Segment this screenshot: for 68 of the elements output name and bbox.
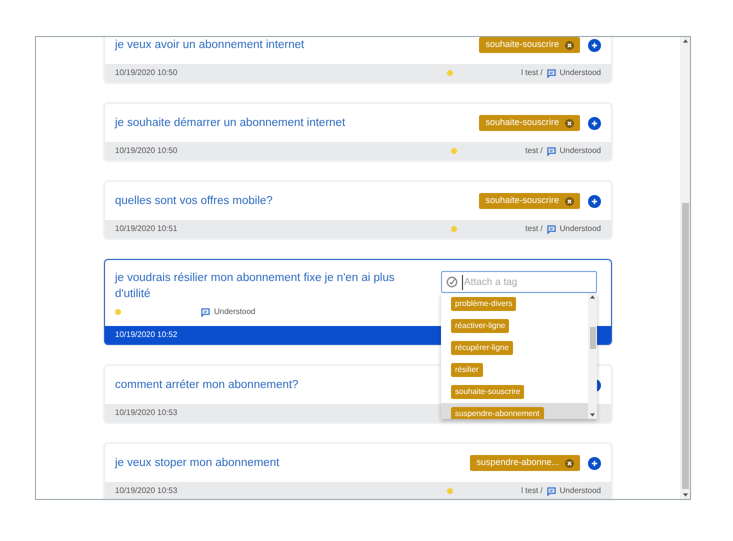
scroll-thumb[interactable] <box>682 203 688 489</box>
add-tag-button[interactable] <box>588 194 601 208</box>
chat-icon <box>546 146 556 156</box>
user-label: l test / <box>521 67 543 79</box>
status-label: Understood <box>560 145 601 157</box>
tag-option-label: réactiver-ligne <box>451 319 510 333</box>
tag-label: souhaite-souscrire <box>485 116 559 130</box>
status-label: Understood <box>560 485 601 497</box>
message-text: je veux stoper mon abonnement <box>115 456 280 471</box>
user-label: l test / <box>521 485 543 497</box>
message-card[interactable]: quelles sont vos offres mobile? souhaite-souscrire 10/19/2020 10:51 test / Understood <box>104 181 612 239</box>
user-label: test / <box>525 145 543 157</box>
message-card[interactable]: je veux stoper mon abonnement suspendre-abonne... 10/19/2020 10:53 l test / Understood <box>104 443 612 499</box>
status-label: Understood <box>560 223 601 235</box>
tag-check-icon <box>446 276 458 288</box>
add-tag-button[interactable] <box>588 116 601 130</box>
add-tag-button[interactable] <box>588 38 601 52</box>
tag-option[interactable]: problème-divers <box>441 293 588 315</box>
message-text: comment arréter mon abonnement? <box>115 378 298 393</box>
message-text: je souhaite démarrer un abonnement internet <box>115 116 346 131</box>
remove-tag-icon[interactable] <box>565 40 574 50</box>
status-label: Understood <box>560 67 601 79</box>
message-card[interactable]: je souhaite démarrer un abonnement internet souhaite-souscrire 10/19/2020 10:50 test / Understood <box>104 103 612 161</box>
tag-option-label: résilier <box>451 363 483 377</box>
tag-label: suspendre-abonne... <box>476 456 559 470</box>
plus-icon <box>591 198 598 204</box>
timestamp: 10/19/2020 10:53 <box>115 407 178 419</box>
tag-label: souhaite-souscrire <box>485 194 559 208</box>
chat-icon <box>546 68 556 78</box>
scroll-up-icon[interactable] <box>590 295 595 299</box>
plus-icon <box>591 42 598 48</box>
user-label: test / <box>525 223 543 235</box>
timestamp: 10/19/2020 10:50 <box>115 67 178 79</box>
chat-icon <box>546 224 556 234</box>
plus-icon <box>591 120 598 126</box>
plus-icon <box>591 460 598 466</box>
scrollbar[interactable] <box>680 37 690 499</box>
remove-tag-icon[interactable] <box>565 458 574 468</box>
timestamp: 10/19/2020 10:53 <box>115 485 178 497</box>
tag-option[interactable]: réactiver-ligne <box>441 315 588 337</box>
chat-icon <box>546 486 556 496</box>
timestamp: 10/19/2020 10:50 <box>115 145 178 157</box>
tag-input[interactable]: Attach a tag <box>462 274 592 290</box>
tag-option-label: récupérer-ligne <box>451 341 513 355</box>
message-text: je veux avoir un abonnement internet <box>115 38 304 53</box>
scroll-up-icon[interactable] <box>682 39 688 43</box>
tag-label: souhaite-souscrire <box>485 38 559 52</box>
scroll-down-icon[interactable] <box>590 413 595 417</box>
status-label: Understood <box>214 306 256 318</box>
tag-option-label: suspendre-abonnement <box>451 407 544 419</box>
message-text: je voudrais résilier mon abonnement fixe je n'en ai plus d'utilité <box>115 271 396 302</box>
tag-input-field[interactable]: Attach a tag <box>441 271 597 293</box>
message-card[interactable]: je veux avoir un abonnement internet souhaite-souscrire 10/19/2020 10:50 l test / Understood <box>104 37 612 83</box>
tag-option-label: souhaite-souscrire <box>451 385 524 399</box>
dropdown-scrollbar[interactable] <box>588 293 597 419</box>
chat-icon <box>201 308 210 316</box>
timestamp: 10/19/2020 10:52 <box>115 329 178 341</box>
dropdown-scroll-thumb[interactable] <box>590 327 596 349</box>
tag-option-label: problème-divers <box>451 297 516 311</box>
add-tag-button[interactable] <box>588 456 601 470</box>
tag-option[interactable]: récupérer-ligne <box>441 337 588 359</box>
message-text: quelles sont vos offres mobile? <box>115 194 273 209</box>
tag-option[interactable]: suspendre-abonnement <box>441 403 588 419</box>
tag-option[interactable]: souhaite-souscrire <box>441 381 588 403</box>
scroll-down-icon[interactable] <box>682 493 688 497</box>
remove-tag-icon[interactable] <box>565 118 574 128</box>
remove-tag-icon[interactable] <box>565 196 574 206</box>
timestamp: 10/19/2020 10:51 <box>115 223 178 235</box>
